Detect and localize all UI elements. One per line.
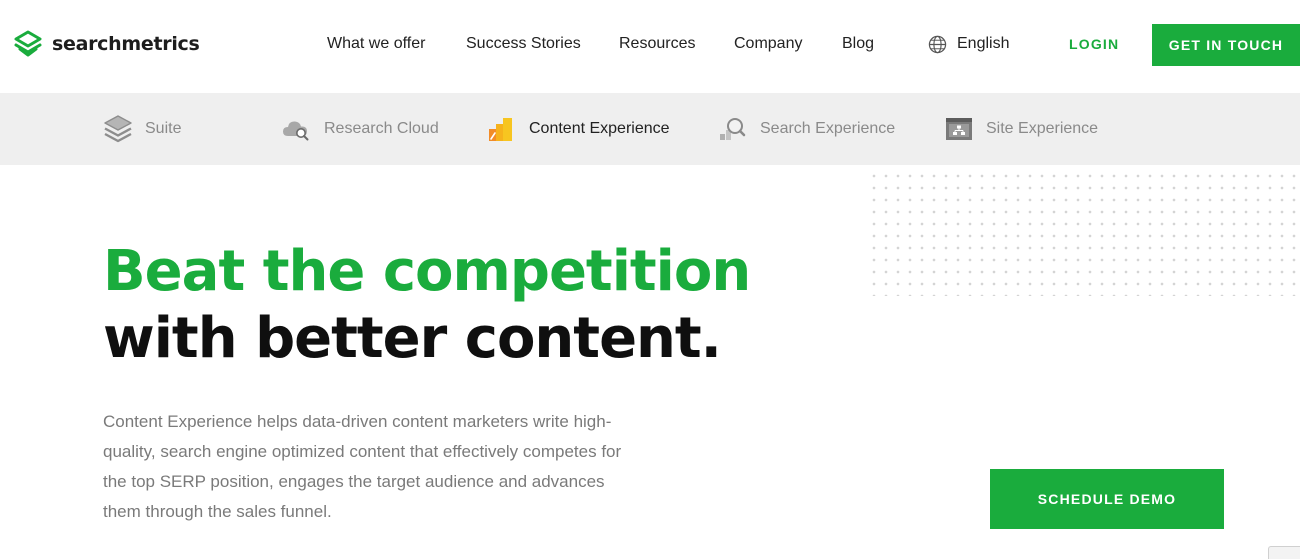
product-navigation: Suite Research Cloud Content Experience [0,93,1300,165]
product-label-research-cloud: Research Cloud [324,120,439,137]
magnifier-bars-icon [716,112,750,146]
product-label-content-experience: Content Experience [529,120,670,137]
login-link[interactable]: LOGIN [1069,36,1119,52]
nav-success-stories[interactable]: Success Stories [466,34,581,54]
language-label: English [957,35,1010,52]
product-site-experience[interactable]: Site Experience [942,93,1098,165]
language-selector[interactable]: English [928,34,1009,54]
product-search-experience[interactable]: Search Experience [716,93,895,165]
brand-name: searchmetrics [52,33,200,55]
get-in-touch-button[interactable]: GET IN TOUCH [1152,24,1300,66]
decorative-dot-grid [868,170,1300,296]
nav-company[interactable]: Company [734,34,802,54]
content-bars-icon [485,112,519,146]
nav-blog[interactable]: Blog [842,34,874,54]
cloud-search-icon [280,112,314,146]
nav-what-we-offer[interactable]: What we offer [327,34,425,54]
recaptcha-badge[interactable] [1268,546,1300,559]
product-label-suite: Suite [145,120,182,137]
stacked-layers-icon [101,112,135,146]
globe-icon [928,35,947,53]
schedule-demo-button[interactable]: SCHEDULE DEMO [990,469,1224,529]
product-label-search-experience: Search Experience [760,120,896,137]
top-navigation: searchmetrics What we offer Success Stor… [0,0,1300,93]
product-label-site-experience: Site Experience [986,120,1099,137]
nav-resources[interactable]: Resources [619,34,695,54]
site-structure-icon [942,112,976,146]
product-suite[interactable]: Suite [101,93,181,165]
hero-description: Content Experience helps data-driven con… [103,412,622,521]
hero-headline-highlight: Beat the competition [103,239,751,304]
brand-logo[interactable]: searchmetrics [12,27,200,61]
hero-headline-rest: with better content. [103,306,722,371]
searchmetrics-logo-icon [14,30,42,57]
product-research-cloud[interactable]: Research Cloud [280,93,439,165]
hero-headline: Beat the competition with better content… [103,238,863,372]
product-content-experience[interactable]: Content Experience [485,93,670,165]
